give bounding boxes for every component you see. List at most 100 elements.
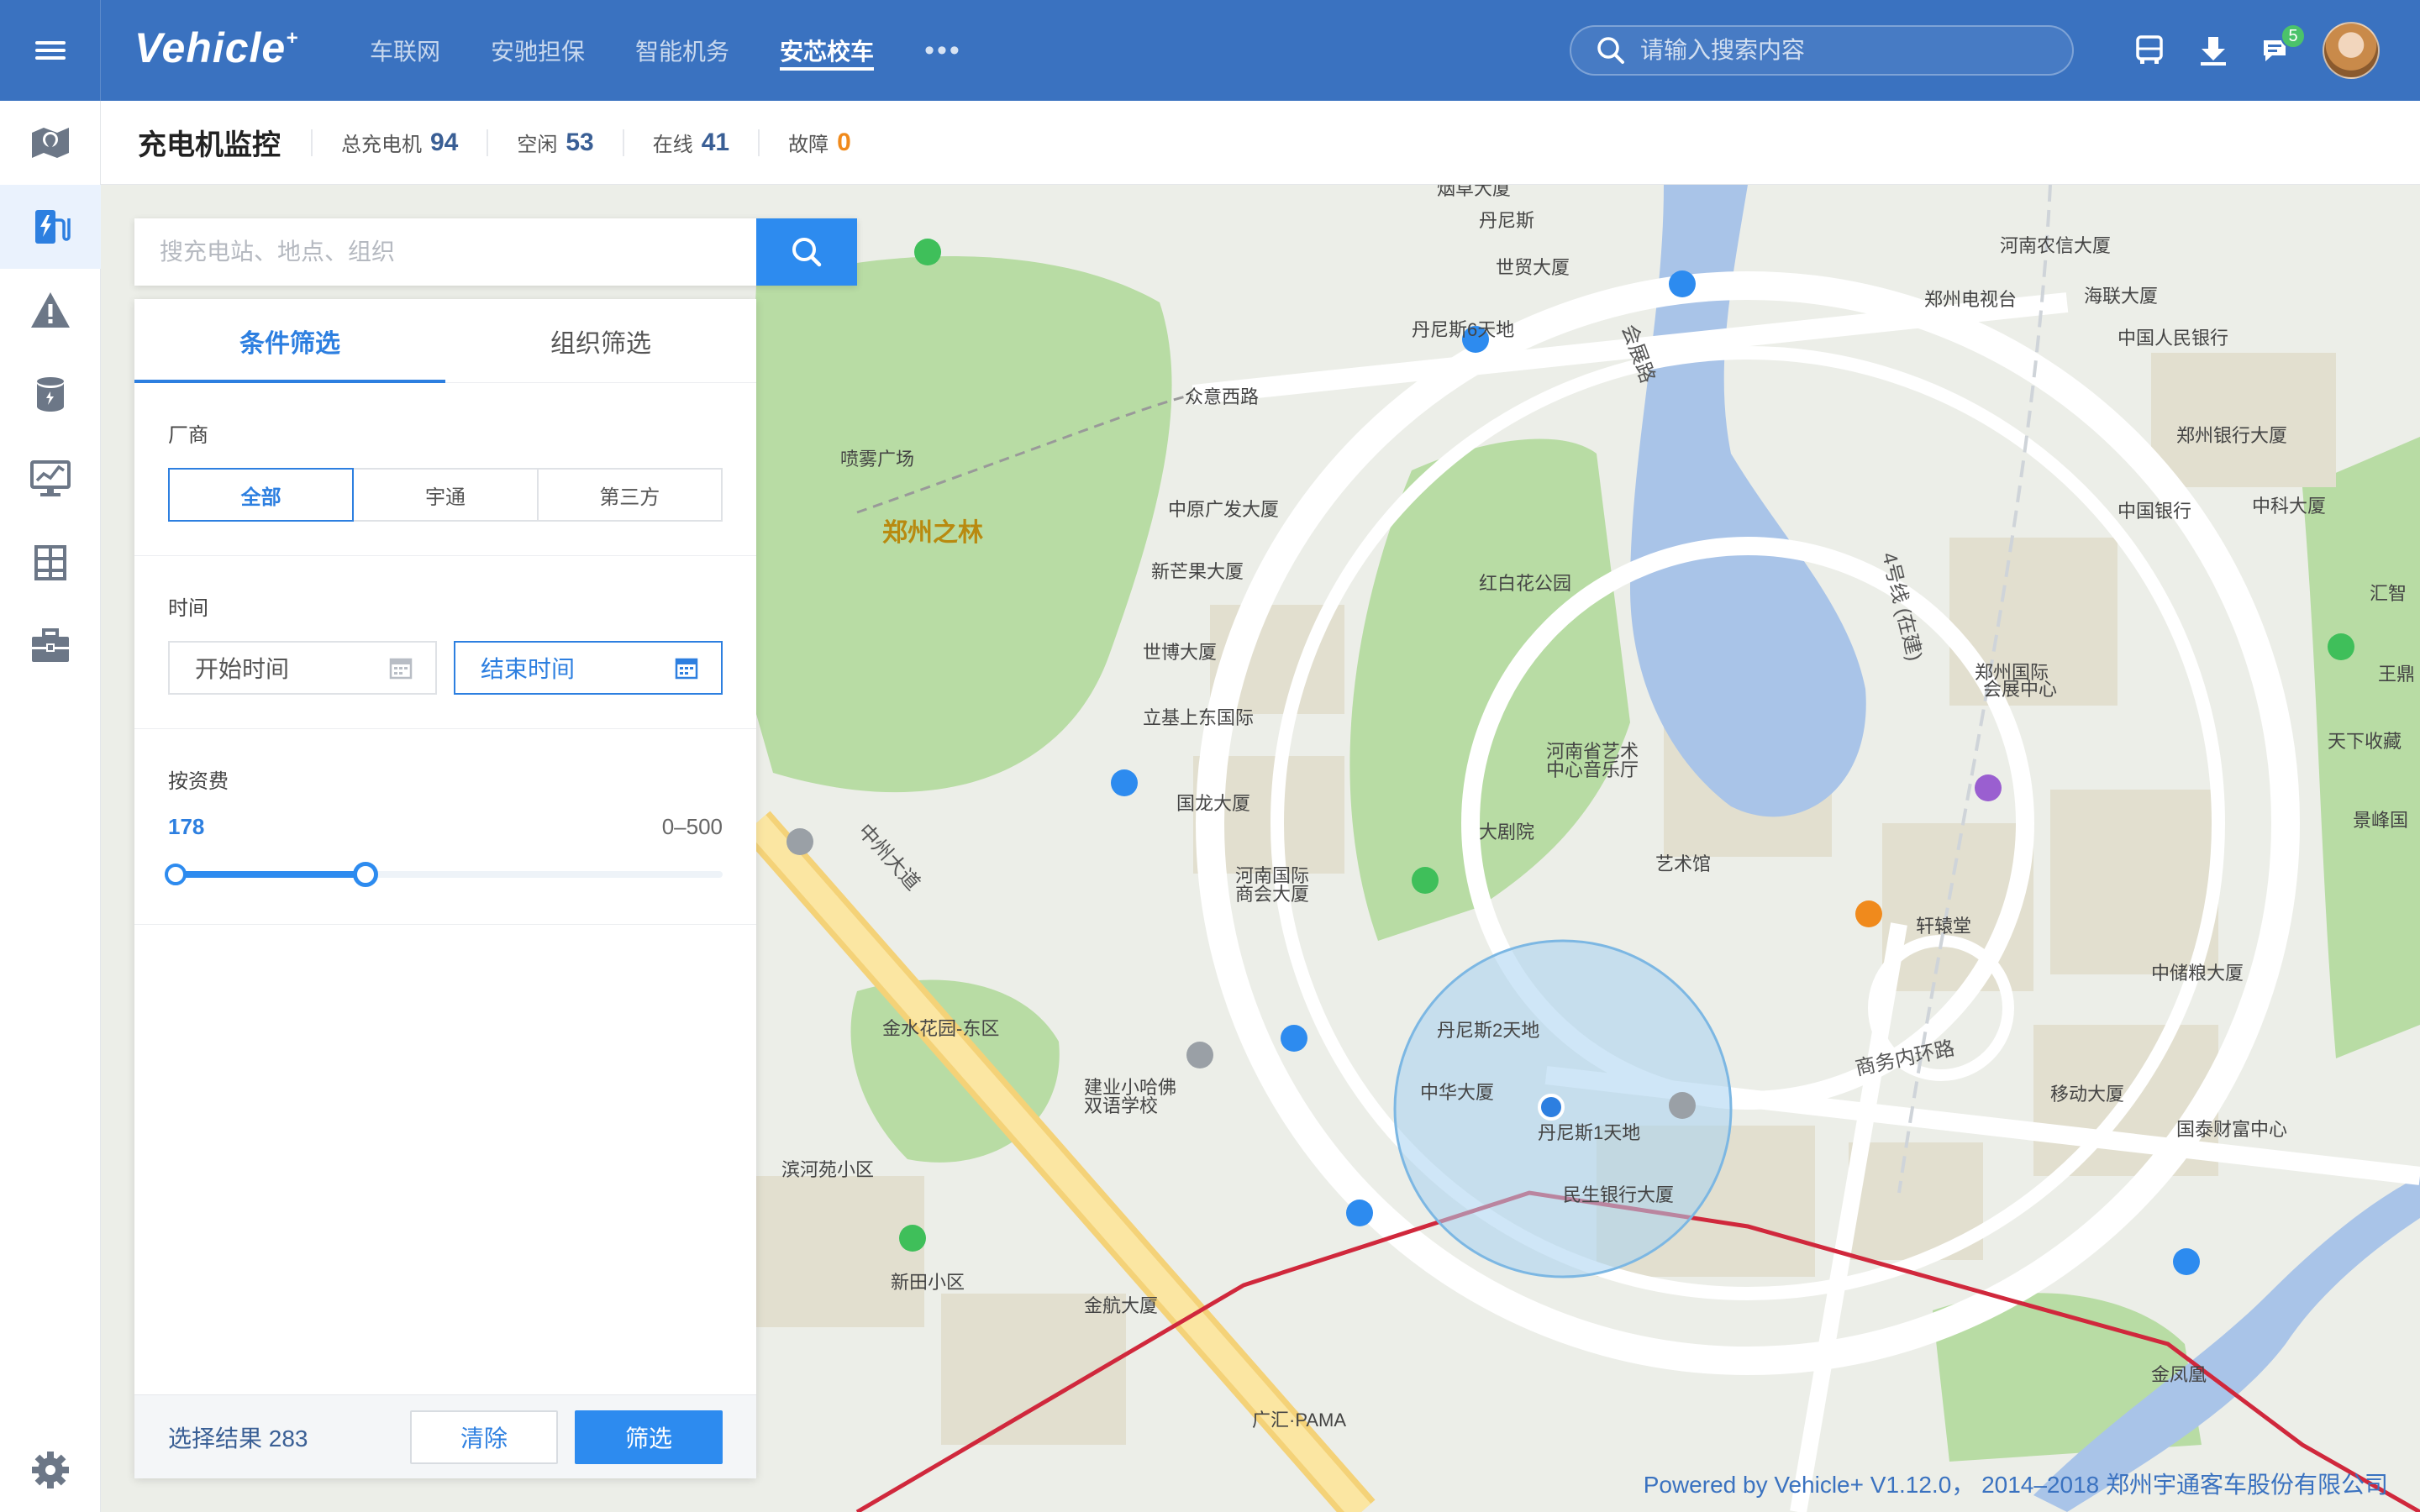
charger-marker[interactable] bbox=[899, 1225, 926, 1252]
map-label: 中国人民银行 bbox=[2118, 328, 2228, 349]
fee-slider[interactable] bbox=[165, 857, 723, 890]
sidebar-item-data[interactable] bbox=[0, 353, 101, 437]
charger-marker[interactable] bbox=[914, 239, 941, 265]
charger-marker[interactable] bbox=[1346, 1200, 1373, 1226]
sidebar-item-settings[interactable] bbox=[0, 1428, 101, 1512]
monitor-chart-icon bbox=[30, 460, 71, 496]
sidebar bbox=[0, 101, 101, 1512]
map-label: 中国银行 bbox=[2118, 501, 2191, 522]
map-label: 中科大厦 bbox=[2252, 496, 2326, 517]
download-icon[interactable] bbox=[2181, 18, 2245, 82]
fee-section: 按资费 178 0–500 bbox=[134, 729, 756, 925]
map-label: 民生银行大厦 bbox=[1563, 1184, 1674, 1205]
station-search bbox=[134, 218, 857, 286]
tab-condition-filter[interactable]: 条件筛选 bbox=[134, 299, 445, 383]
nav-item-maintenance[interactable]: 智能机务 bbox=[635, 0, 729, 101]
gear-icon bbox=[32, 1452, 69, 1488]
station-search-input[interactable] bbox=[134, 218, 756, 286]
map-label: 新田小区 bbox=[891, 1272, 965, 1293]
logo[interactable]: Vehicle+ bbox=[134, 24, 298, 72]
map-label: 丹尼斯 bbox=[1479, 210, 1534, 231]
charger-marker[interactable] bbox=[2173, 1248, 2200, 1275]
stat-idle: 空闲 53 bbox=[487, 129, 622, 156]
charger-marker[interactable] bbox=[786, 828, 813, 855]
start-time-field[interactable]: 开始时间 bbox=[168, 641, 437, 695]
map-label: 喷雾广场 bbox=[840, 449, 914, 470]
map-label: 烟草大厦 bbox=[1437, 185, 1511, 199]
map-label: 郑州银行大厦 bbox=[2176, 425, 2287, 446]
map-label: 世贸大厦 bbox=[1496, 257, 1570, 278]
map-label: 景峰国 bbox=[2353, 810, 2408, 831]
vendor-option-third-party[interactable]: 第三方 bbox=[536, 468, 723, 522]
filter-panel: 条件筛选 组织筛选 厂商 全部 宇通 第三方 时间 开始时间 结束时间 按资费 … bbox=[134, 299, 756, 1478]
sidebar-item-map[interactable] bbox=[0, 101, 101, 185]
map-label: 中原广发大厦 bbox=[1168, 499, 1279, 520]
fee-range-label: 0–500 bbox=[661, 814, 723, 839]
map-label: 国龙大厦 bbox=[1176, 793, 1250, 814]
map-label: 中心音乐厅 bbox=[1546, 759, 1639, 780]
map-label: 郑州电视台 bbox=[1924, 289, 2017, 310]
vendor-segmented-control: 全部 宇通 第三方 bbox=[168, 468, 723, 522]
sidebar-item-charger[interactable] bbox=[0, 185, 101, 269]
map-label: 广汇·PAMA bbox=[1252, 1410, 1346, 1431]
vendor-section: 厂商 全部 宇通 第三方 bbox=[134, 383, 756, 556]
map-label: 天下收藏 bbox=[2328, 731, 2402, 752]
charger-marker[interactable] bbox=[1281, 1025, 1307, 1052]
message-icon[interactable]: 5 bbox=[2245, 18, 2309, 82]
calendar-icon bbox=[389, 658, 413, 680]
stat-online: 在线 41 bbox=[622, 129, 758, 156]
map-label: 商会大厦 bbox=[1235, 884, 1309, 905]
avatar[interactable] bbox=[2323, 22, 2380, 79]
clear-button[interactable]: 清除 bbox=[410, 1410, 558, 1464]
charger-marker[interactable] bbox=[1669, 1092, 1696, 1119]
charger-icon bbox=[35, 210, 71, 244]
search-icon bbox=[792, 238, 822, 267]
stat-total: 总充电机 94 bbox=[311, 129, 487, 156]
map-label: 滨河苑小区 bbox=[781, 1159, 874, 1180]
fee-slider-min-handle[interactable] bbox=[165, 864, 187, 885]
vendor-option-yutong[interactable]: 宇通 bbox=[352, 468, 539, 522]
station-search-button[interactable] bbox=[756, 218, 857, 286]
sidebar-item-monitor[interactable] bbox=[0, 437, 101, 521]
filter-button[interactable]: 筛选 bbox=[575, 1410, 723, 1464]
map-label: 双语学校 bbox=[1084, 1095, 1158, 1116]
map-label: 金凤凰 bbox=[2151, 1364, 2207, 1385]
charger-marker[interactable] bbox=[1186, 1042, 1213, 1068]
repair-marker[interactable] bbox=[1975, 774, 2002, 801]
sidebar-item-grid[interactable] bbox=[0, 521, 101, 605]
map-label: 丹尼斯1天地 bbox=[1538, 1122, 1640, 1143]
nav-item-guarantee[interactable]: 安驰担保 bbox=[491, 0, 585, 101]
end-time-field[interactable]: 结束时间 bbox=[454, 641, 723, 695]
nav-item-school-bus[interactable]: 安芯校车 bbox=[780, 0, 875, 101]
current-location-marker[interactable] bbox=[1538, 1094, 1565, 1121]
charger-marker[interactable] bbox=[1111, 769, 1138, 796]
charger-marker[interactable] bbox=[1855, 900, 1882, 927]
fee-slider-handle[interactable] bbox=[353, 862, 378, 887]
charger-marker[interactable] bbox=[2328, 633, 2354, 660]
top-bar: Vehicle+ 车联网 安驰担保 智能机务 安芯校车 ••• 5 bbox=[0, 0, 2420, 101]
stat-fault: 故障 0 bbox=[758, 129, 880, 156]
map-label: 海联大厦 bbox=[2084, 286, 2158, 307]
tab-organization-filter[interactable]: 组织筛选 bbox=[445, 299, 756, 382]
global-search-input[interactable] bbox=[1640, 37, 2060, 64]
sidebar-item-alerts[interactable] bbox=[0, 269, 101, 353]
nav-item-telematics[interactable]: 车联网 bbox=[370, 0, 440, 101]
warning-icon bbox=[31, 292, 70, 328]
global-search bbox=[1570, 25, 2074, 76]
bus-icon[interactable] bbox=[2118, 18, 2181, 82]
map-label: 艺术馆 bbox=[1655, 853, 1711, 874]
briefcase-icon bbox=[32, 628, 69, 662]
charger-marker[interactable] bbox=[1412, 867, 1439, 894]
fee-label: 按资费 bbox=[168, 770, 229, 793]
map-label: 金航大厦 bbox=[1084, 1295, 1158, 1316]
sidebar-item-toolkit[interactable] bbox=[0, 605, 101, 689]
copyright-text: Powered by Vehicle+ V1.12.0， 2014–2018 郑… bbox=[1643, 1472, 2388, 1498]
vendor-option-all[interactable]: 全部 bbox=[168, 468, 355, 522]
menu-icon[interactable] bbox=[0, 0, 101, 101]
more-nav-button[interactable]: ••• bbox=[924, 34, 962, 67]
map-label: 河南农信大厦 bbox=[2000, 235, 2111, 256]
map-label: 汇智 bbox=[2370, 583, 2407, 604]
map-label: 金水花园-东区 bbox=[882, 1018, 999, 1039]
database-icon bbox=[37, 377, 64, 412]
charger-marker[interactable] bbox=[1669, 270, 1696, 297]
